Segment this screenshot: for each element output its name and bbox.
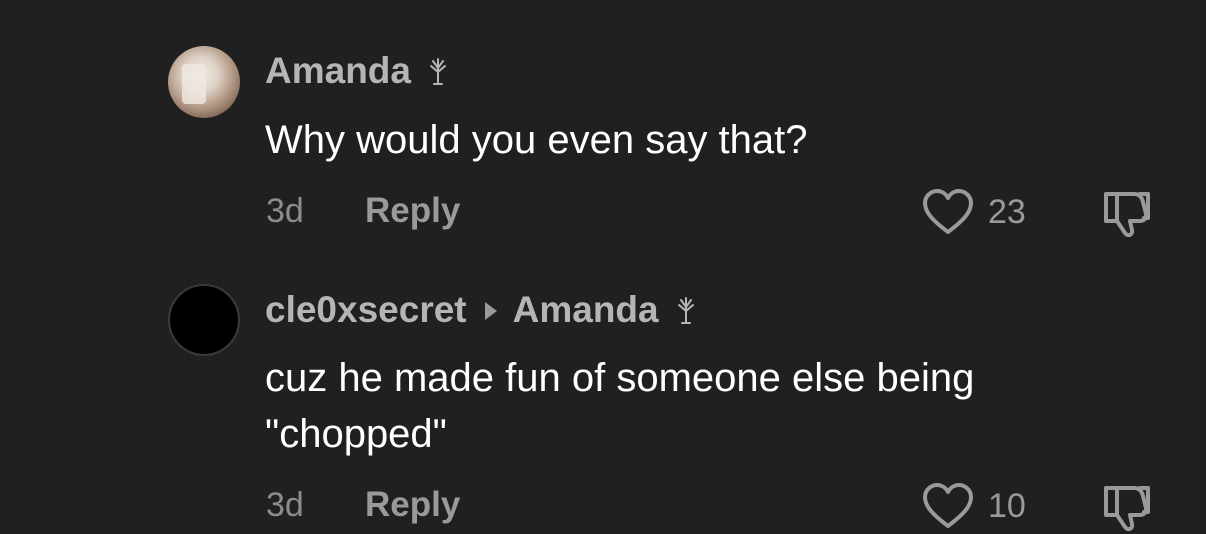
- comment-author-name[interactable]: Amanda: [265, 50, 411, 92]
- thumbs-down-icon[interactable]: [1100, 188, 1156, 240]
- comment-author-name[interactable]: cle0xsecret: [265, 289, 467, 331]
- like-button[interactable]: 23: [922, 188, 1026, 236]
- tree-icon: [677, 297, 694, 324]
- tree-icon: [429, 58, 446, 85]
- comment-text-line: cuz he made fun of someone else being: [265, 356, 975, 400]
- comment-author-row: cle0xsecret Amanda: [265, 289, 701, 331]
- reply-button[interactable]: Reply: [365, 485, 460, 525]
- comment-text-line: "chopped": [265, 412, 447, 456]
- like-count: 23: [988, 192, 1026, 231]
- heart-outline-icon: [923, 483, 973, 528]
- like-count: 10: [988, 486, 1026, 525]
- comment-text: cuz he made fun of someone else being "c…: [265, 350, 974, 462]
- like-button[interactable]: 10: [922, 482, 1026, 530]
- avatar[interactable]: [168, 46, 240, 118]
- comment-text: Why would you even say that?: [265, 118, 808, 162]
- reply-to-name[interactable]: Amanda: [513, 289, 659, 331]
- thumbs-down-icon[interactable]: [1100, 482, 1156, 534]
- comment-age: 3d: [266, 192, 304, 230]
- comment-author-row: Amanda: [265, 50, 453, 92]
- reply-button[interactable]: Reply: [365, 191, 460, 231]
- heart-outline-icon: [923, 189, 973, 234]
- caret-right-icon: [483, 289, 499, 331]
- avatar[interactable]: [168, 284, 240, 356]
- comment-age: 3d: [266, 486, 304, 524]
